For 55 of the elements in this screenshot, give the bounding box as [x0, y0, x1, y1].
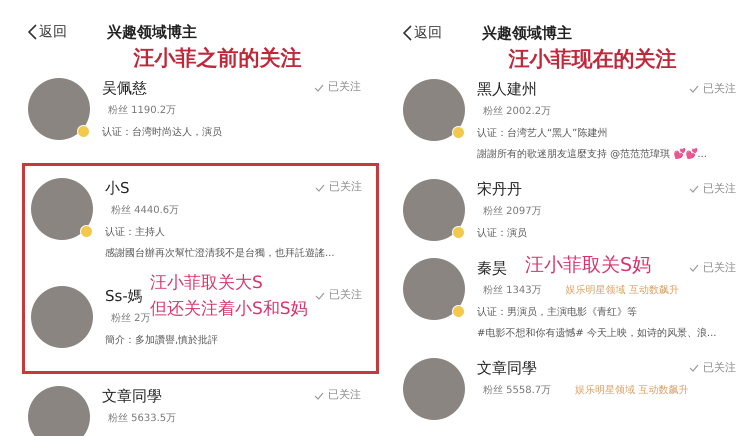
user-description: 认证：台湾时尚达人，演员	[102, 126, 223, 140]
back-button[interactable]: 返回	[403, 22, 442, 44]
user-name[interactable]: 宋丹丹	[477, 177, 522, 201]
check-icon	[315, 292, 325, 300]
fans-count: 粉丝 2万	[111, 312, 151, 326]
user-description: 认证：主持人	[105, 226, 166, 240]
annotation-title: 汪小菲现在的关注	[508, 45, 676, 73]
check-icon	[314, 84, 324, 92]
follow-button[interactable]: 已关注	[689, 360, 736, 376]
user-name[interactable]: 黑人建州	[477, 77, 537, 101]
check-icon	[314, 392, 324, 400]
back-button[interactable]: 返回	[28, 22, 67, 43]
check-icon	[689, 264, 699, 272]
follow-button[interactable]: 已关注	[314, 387, 361, 404]
user-description: 簡介：多加讚譽,慎於批評	[105, 334, 220, 348]
user-description: 认证：男演员，主演电影《青红》等	[477, 306, 638, 320]
user-description: 謝謝所有的歌迷朋友這麼支持 @范范范瑋琪 💕💕...	[477, 147, 708, 162]
back-chevron-icon	[403, 25, 412, 41]
user-description: 认证：台湾艺人“黑人”陈建州	[477, 126, 608, 141]
user-name[interactable]: 小S	[105, 176, 130, 200]
follow-button[interactable]: 已关注	[315, 287, 362, 304]
check-icon	[315, 184, 325, 192]
user-name[interactable]: 吴佩慈	[102, 76, 147, 100]
trend-tag: 娱乐明星领域 互动数飙升	[566, 280, 679, 302]
fans-count: 粉丝 4440.6万	[111, 204, 180, 218]
back-chevron-icon	[28, 24, 37, 40]
user-name[interactable]: Ss-媽	[105, 284, 143, 308]
user-name[interactable]: 秦昊	[477, 256, 507, 280]
annotation-title: 汪小菲之前的关注	[134, 44, 302, 72]
annotation-note: 汪小菲取关S妈	[525, 253, 652, 278]
fans-count: 粉丝 5558.7万	[483, 384, 552, 398]
user-name[interactable]: 文章同學	[477, 356, 537, 380]
trend-tag: 娱乐明星领域 互动数飙升	[575, 380, 688, 402]
fans-count: 粉丝 2097万	[483, 204, 542, 219]
check-icon	[689, 364, 699, 372]
fans-count: 粉丝 1190.2万	[108, 104, 176, 118]
fans-count: 粉丝 1343万	[483, 284, 542, 298]
annotation-note: 汪小菲取关大S	[150, 272, 263, 295]
annotation-note: 但还关注着小S和S妈	[150, 298, 308, 319]
user-description: #电影不想和你有遗憾# 今天上映，如诗的风景、浪...	[477, 326, 718, 341]
follow-button[interactable]: 已关注	[689, 80, 736, 98]
avatar	[28, 386, 90, 436]
follow-button[interactable]: 已关注	[314, 79, 361, 96]
follow-button[interactable]: 已关注	[689, 260, 736, 276]
follow-button[interactable]: 已关注	[315, 179, 362, 196]
check-icon	[689, 185, 699, 193]
page-title: 兴趣领域博主	[482, 22, 572, 44]
fans-count: 粉丝 2002.2万	[483, 104, 552, 119]
fans-count: 粉丝 5633.5万	[108, 412, 176, 426]
check-icon	[689, 85, 699, 93]
follow-button[interactable]: 已关注	[689, 180, 736, 198]
page-title: 兴趣领域博主	[107, 22, 197, 43]
user-description: 认证：演员	[477, 226, 528, 241]
user-description: 感謝國台辦再次幫忙澄清我不是台獨，也拜託遊謠...	[105, 246, 336, 260]
user-name[interactable]: 文章同學	[102, 384, 162, 408]
